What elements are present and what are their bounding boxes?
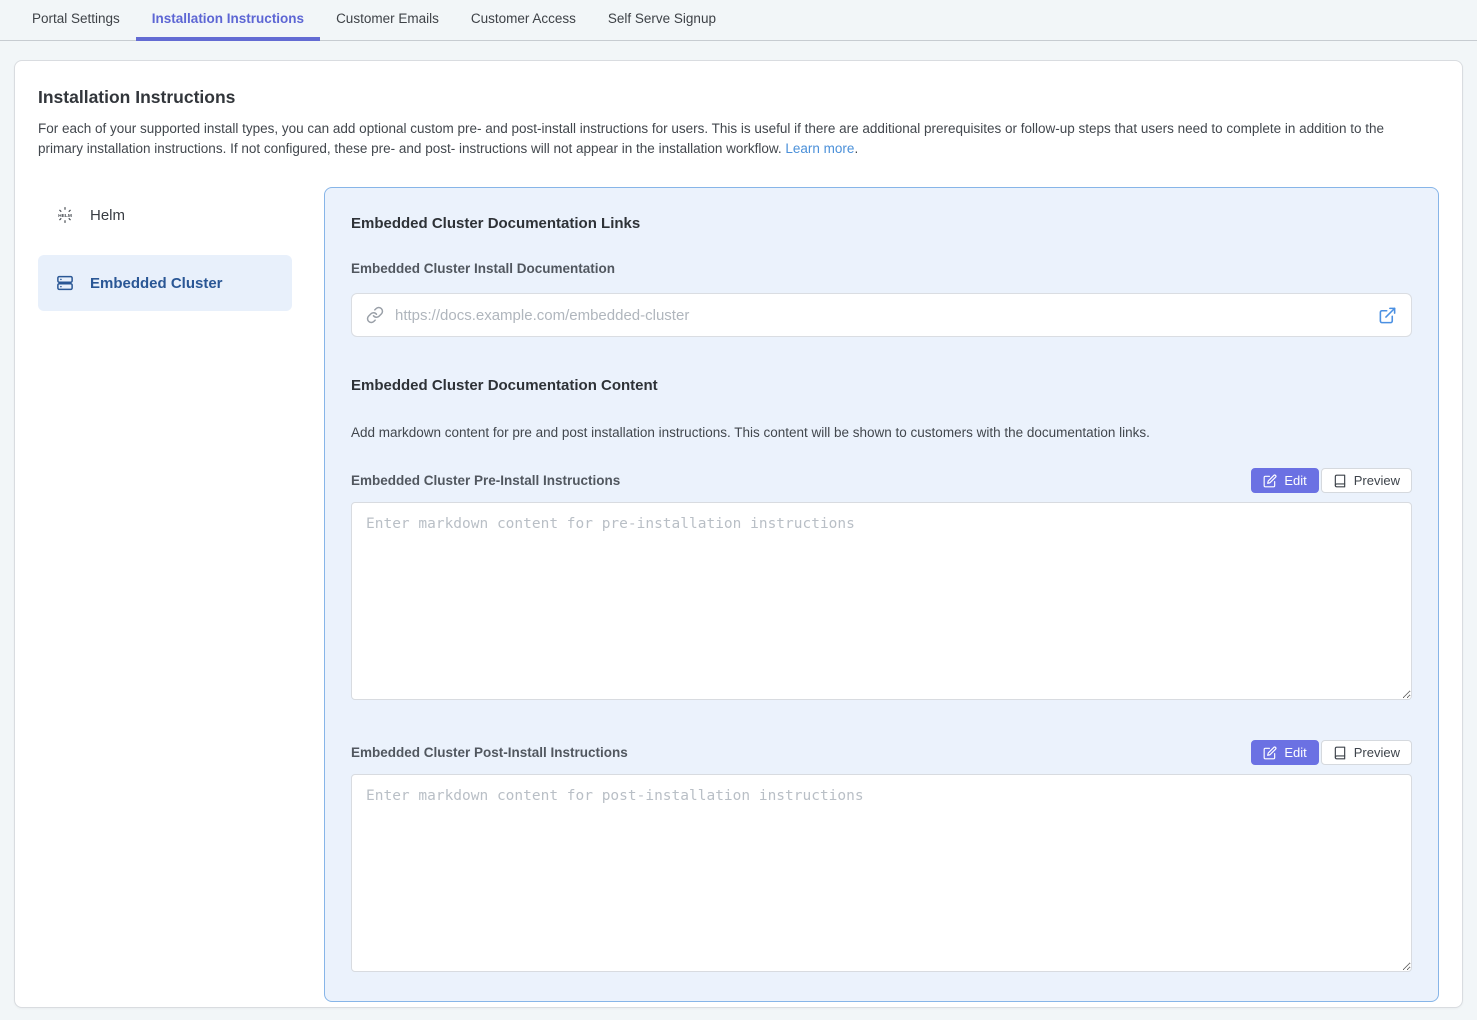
post-install-editor-header: Embedded Cluster Post-Install Instructio… xyxy=(351,740,1412,765)
doc-content-heading: Embedded Cluster Documentation Content xyxy=(351,377,1412,394)
tab-installation-instructions[interactable]: Installation Instructions xyxy=(136,0,320,41)
external-link-icon[interactable] xyxy=(1378,306,1397,325)
nav-item-label: Embedded Cluster xyxy=(90,275,223,292)
post-install-instructions-textarea[interactable] xyxy=(351,774,1412,972)
post-install-edit-button[interactable]: Edit xyxy=(1251,740,1318,765)
pre-install-mode-toggle: Edit Preview xyxy=(1251,468,1412,493)
tab-customer-emails[interactable]: Customer Emails xyxy=(320,0,455,41)
pre-install-label: Embedded Cluster Pre-Install Instruction… xyxy=(351,473,620,488)
link-icon xyxy=(366,306,384,324)
edit-pencil-icon xyxy=(1263,746,1277,760)
install-doc-url-input[interactable] xyxy=(395,307,1367,324)
server-stack-icon xyxy=(56,274,74,292)
install-type-nav: HELM Helm Embedded Cluster xyxy=(38,187,292,1002)
learn-more-link[interactable]: Learn more xyxy=(785,141,854,156)
preview-button-label: Preview xyxy=(1354,745,1400,760)
page-description-text: For each of your supported install types… xyxy=(38,121,1384,156)
edit-button-label: Edit xyxy=(1284,473,1306,488)
post-install-mode-toggle: Edit Preview xyxy=(1251,740,1412,765)
installation-instructions-card: Installation Instructions For each of yo… xyxy=(14,60,1463,1008)
pre-install-instructions-textarea[interactable] xyxy=(351,502,1412,700)
nav-item-label: Helm xyxy=(90,207,125,224)
nav-item-embedded-cluster[interactable]: Embedded Cluster xyxy=(38,255,292,311)
pre-install-edit-button[interactable]: Edit xyxy=(1251,468,1318,493)
preview-button-label: Preview xyxy=(1354,473,1400,488)
doc-content-description: Add markdown content for pre and post in… xyxy=(351,425,1412,440)
install-doc-label: Embedded Cluster Install Documentation xyxy=(351,261,1412,276)
edit-pencil-icon xyxy=(1263,474,1277,488)
settings-tabbar: Portal Settings Installation Instruction… xyxy=(0,0,1477,41)
edit-button-label: Edit xyxy=(1284,745,1306,760)
tab-self-serve-signup[interactable]: Self Serve Signup xyxy=(592,0,732,41)
tab-customer-access[interactable]: Customer Access xyxy=(455,0,592,41)
doc-links-heading: Embedded Cluster Documentation Links xyxy=(351,215,1412,232)
learn-more-suffix: . xyxy=(854,141,858,156)
content-row: HELM Helm Embedded Cluster xyxy=(38,187,1439,1002)
embedded-cluster-panel: Embedded Cluster Documentation Links Emb… xyxy=(324,187,1439,1002)
nav-item-helm[interactable]: HELM Helm xyxy=(38,187,292,243)
pre-install-preview-button[interactable]: Preview xyxy=(1321,468,1412,493)
book-icon xyxy=(1333,746,1347,760)
svg-text:HELM: HELM xyxy=(58,213,72,219)
book-icon xyxy=(1333,474,1347,488)
post-install-label: Embedded Cluster Post-Install Instructio… xyxy=(351,745,628,760)
helm-logo-icon: HELM xyxy=(56,206,74,224)
post-install-preview-button[interactable]: Preview xyxy=(1321,740,1412,765)
page-title: Installation Instructions xyxy=(38,87,1439,108)
tab-portal-settings[interactable]: Portal Settings xyxy=(16,0,136,41)
pre-install-editor-header: Embedded Cluster Pre-Install Instruction… xyxy=(351,468,1412,493)
page-description: For each of your supported install types… xyxy=(38,119,1428,159)
install-doc-input-wrap xyxy=(351,293,1412,337)
